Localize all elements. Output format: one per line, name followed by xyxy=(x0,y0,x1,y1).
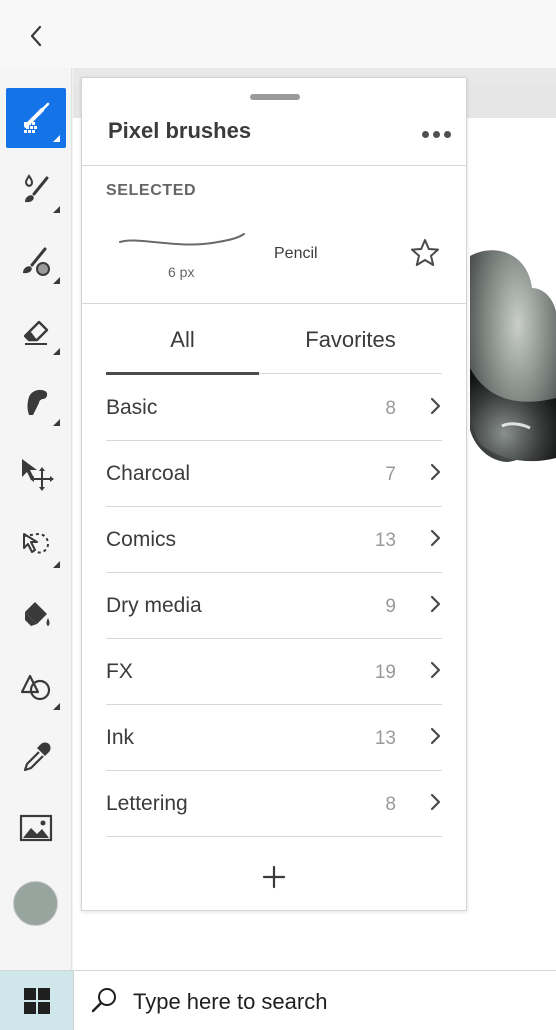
panel-drag-handle[interactable] xyxy=(250,94,300,100)
category-row-basic[interactable]: Basic 8 xyxy=(106,375,442,441)
more-tools-indicator xyxy=(53,561,60,568)
category-row-comics[interactable]: Comics 13 xyxy=(106,507,442,573)
more-options-button[interactable] xyxy=(416,120,456,148)
tab-all[interactable]: All xyxy=(106,304,259,376)
category-name: Lettering xyxy=(106,792,188,815)
category-count: 13 xyxy=(374,728,396,749)
chevron-right-icon xyxy=(430,727,441,745)
smudge-icon xyxy=(27,389,48,415)
move-arrow-icon xyxy=(22,459,54,491)
plus-icon xyxy=(262,865,286,889)
more-tools-indicator xyxy=(53,277,60,284)
back-button[interactable] xyxy=(18,18,54,54)
pixel-brushes-panel: Pixel brushes SELECTED 6 px Pencil All F… xyxy=(81,77,467,911)
category-count: 7 xyxy=(385,464,396,485)
eraser-icon xyxy=(23,320,49,345)
chevron-left-icon xyxy=(30,25,42,47)
image-icon xyxy=(19,814,53,842)
place-image-tool[interactable] xyxy=(6,798,66,858)
category-name: FX xyxy=(106,660,133,683)
star-outline-icon xyxy=(411,239,439,266)
fill-tool[interactable] xyxy=(6,585,66,645)
category-name: Dry media xyxy=(106,594,202,617)
category-row-ink[interactable]: Ink 13 xyxy=(106,705,442,771)
brush-category-list: Basic 8 Charcoal 7 Comics 13 Dry media 9… xyxy=(106,375,442,837)
category-count: 8 xyxy=(385,794,396,815)
category-count: 9 xyxy=(385,596,396,617)
tab-favorites[interactable]: Favorites xyxy=(259,304,442,376)
shapes-tool[interactable] xyxy=(6,656,66,716)
search-icon xyxy=(91,988,116,1013)
pixel-brush-icon xyxy=(24,102,50,133)
top-bar xyxy=(0,0,556,68)
windows-logo-icon xyxy=(23,988,50,1014)
taskbar: Type here to search xyxy=(0,970,556,1030)
category-row-charcoal[interactable]: Charcoal 7 xyxy=(106,441,442,507)
category-name: Ink xyxy=(106,726,135,749)
category-count: 8 xyxy=(385,398,396,419)
paint-bucket-icon xyxy=(25,602,50,626)
current-color-swatch[interactable] xyxy=(13,881,58,926)
live-brush-tool[interactable] xyxy=(6,159,66,219)
tool-bar xyxy=(0,68,72,970)
mixer-brush-tool[interactable] xyxy=(6,230,66,290)
selected-section-label: SELECTED xyxy=(106,182,197,199)
lasso-icon xyxy=(23,532,50,554)
panel-title: Pixel brushes xyxy=(108,118,252,143)
more-tools-indicator xyxy=(53,419,60,426)
more-tools-indicator xyxy=(53,206,60,213)
eraser-tool[interactable] xyxy=(6,301,66,361)
search-placeholder: Type here to search xyxy=(133,989,328,1014)
taskbar-search-box[interactable]: Type here to search xyxy=(73,971,556,1030)
mixer-brush-icon xyxy=(23,247,50,276)
pixel-brush-tool[interactable] xyxy=(6,88,66,148)
live-brush-icon xyxy=(24,174,49,203)
transform-tool[interactable] xyxy=(6,443,66,503)
more-tools-indicator xyxy=(53,135,60,142)
more-tools-indicator xyxy=(53,348,60,355)
smudge-tool[interactable] xyxy=(6,372,66,432)
divider xyxy=(82,165,466,166)
favorite-button[interactable] xyxy=(408,236,442,270)
category-row-fx[interactable]: FX 19 xyxy=(106,639,442,705)
brush-stroke-preview xyxy=(119,233,245,246)
selected-brush-name: Pencil xyxy=(274,245,318,262)
category-count: 13 xyxy=(374,530,396,551)
category-name: Basic xyxy=(106,396,158,419)
chevron-right-icon xyxy=(430,397,441,415)
chevron-right-icon xyxy=(430,595,441,613)
eyedropper-icon xyxy=(23,742,51,772)
chevron-right-icon xyxy=(430,463,441,481)
category-count: 19 xyxy=(374,662,396,683)
start-button[interactable] xyxy=(0,971,73,1030)
category-name: Charcoal xyxy=(106,462,191,485)
shapes-icon xyxy=(20,674,51,701)
more-tools-indicator xyxy=(53,703,60,710)
category-row-lettering[interactable]: Lettering 8 xyxy=(106,771,442,837)
more-horizontal-icon xyxy=(421,130,429,138)
brush-size-label: 6 px xyxy=(168,264,195,280)
add-brushes-button[interactable] xyxy=(254,862,294,892)
chevron-right-icon xyxy=(430,661,441,679)
category-row-dry-media[interactable]: Dry media 9 xyxy=(106,573,442,639)
canvas-paint-stroke xyxy=(466,248,556,463)
chevron-right-icon xyxy=(430,793,441,811)
chevron-right-icon xyxy=(430,529,441,547)
category-name: Comics xyxy=(106,528,177,551)
lasso-tool[interactable] xyxy=(6,514,66,574)
eyedropper-tool[interactable] xyxy=(6,727,66,787)
